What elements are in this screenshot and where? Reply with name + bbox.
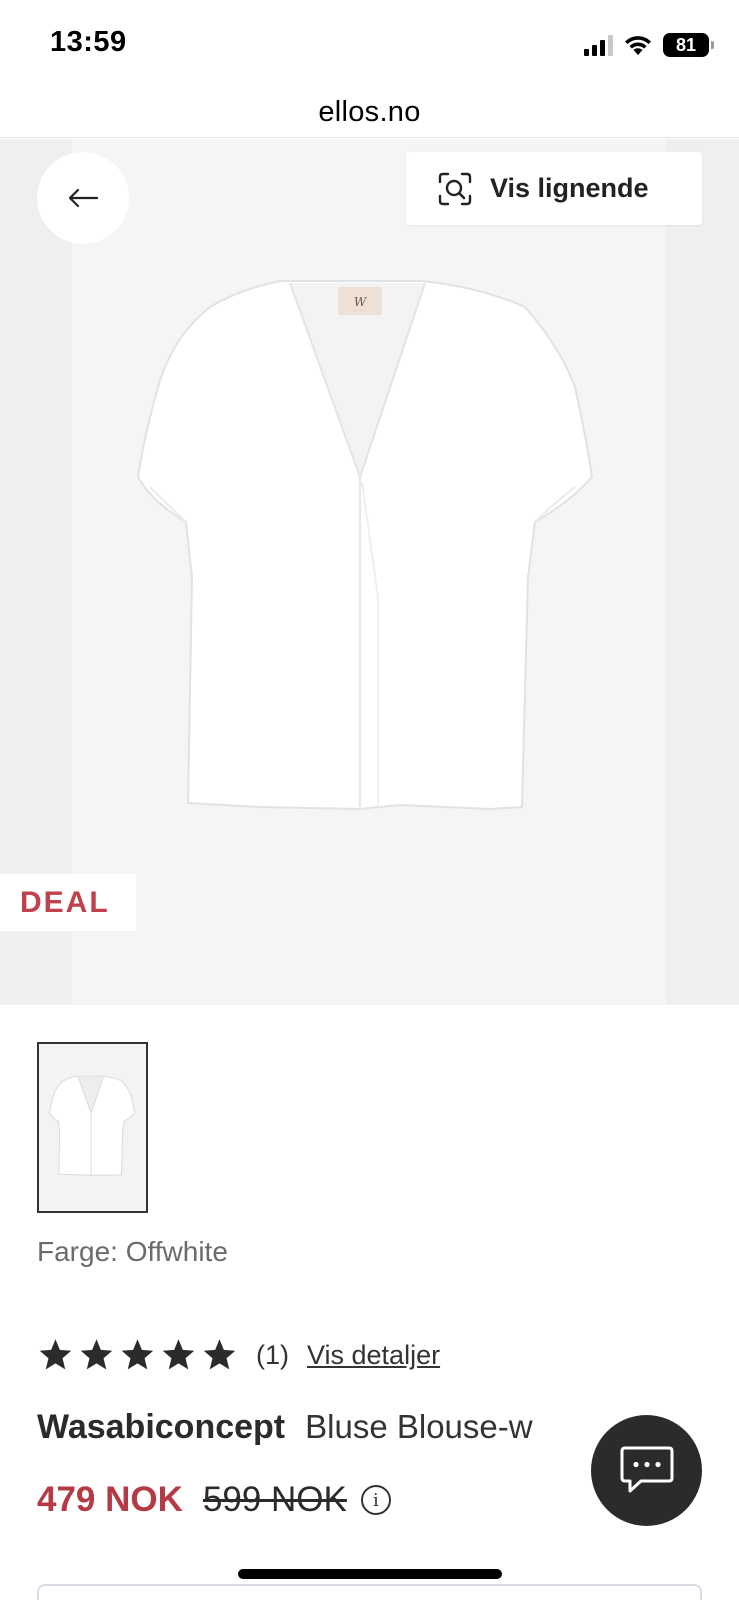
home-indicator bbox=[238, 1569, 502, 1579]
info-icon[interactable]: i bbox=[360, 1485, 391, 1515]
rating-stars bbox=[37, 1337, 238, 1373]
product-image-blouse: W bbox=[136, 280, 594, 811]
product-image-area[interactable]: W Vis lignende DEAL bbox=[0, 139, 739, 1005]
bottom-panel-edge bbox=[37, 1584, 702, 1600]
star-icon bbox=[203, 1339, 236, 1370]
rating-row: (1) Vis detaljer bbox=[37, 1333, 440, 1377]
visual-search-icon bbox=[438, 172, 472, 206]
back-button[interactable] bbox=[37, 152, 129, 244]
product-brand[interactable]: Wasabiconcept bbox=[37, 1408, 285, 1447]
similar-items-label: Vis lignende bbox=[490, 173, 649, 203]
signal-icon bbox=[584, 34, 613, 56]
star-icon bbox=[162, 1339, 195, 1370]
url-text: ellos.no bbox=[318, 96, 421, 128]
status-icons: 81 bbox=[584, 30, 714, 60]
rating-count: (1) bbox=[256, 1339, 289, 1370]
chat-bubble-icon bbox=[620, 1446, 673, 1492]
product-name: Bluse Blouse-w bbox=[305, 1408, 533, 1445]
url-bar[interactable]: ellos.no bbox=[0, 88, 739, 138]
star-icon bbox=[121, 1339, 154, 1370]
status-time: 13:59 bbox=[50, 26, 127, 58]
original-price: 599 NOK bbox=[202, 1480, 347, 1519]
battery-level: 81 bbox=[675, 34, 697, 55]
thumbnail-image bbox=[48, 1075, 135, 1176]
deal-badge-label: DEAL bbox=[20, 885, 110, 919]
color-label: Farge: Offwhite bbox=[37, 1236, 228, 1267]
product-title: Wasabiconcept Bluse Blouse-w bbox=[37, 1408, 533, 1447]
view-details-link[interactable]: Vis detaljer bbox=[307, 1340, 440, 1371]
similar-items-button[interactable]: Vis lignende bbox=[406, 152, 702, 225]
svg-text:W: W bbox=[354, 295, 368, 309]
star-icon bbox=[80, 1339, 113, 1370]
wifi-icon bbox=[625, 36, 651, 55]
price-row: 479 NOK 599 NOK i bbox=[37, 1480, 391, 1520]
sale-price: 479 NOK bbox=[37, 1480, 183, 1519]
battery-icon: 81 bbox=[663, 33, 714, 57]
chat-button[interactable] bbox=[591, 1415, 702, 1526]
status-bar: 13:59 81 bbox=[0, 0, 739, 88]
star-icon bbox=[39, 1339, 72, 1370]
product-thumbnail[interactable] bbox=[37, 1042, 148, 1213]
deal-badge: DEAL bbox=[0, 874, 136, 931]
arrow-left-icon bbox=[68, 188, 99, 208]
